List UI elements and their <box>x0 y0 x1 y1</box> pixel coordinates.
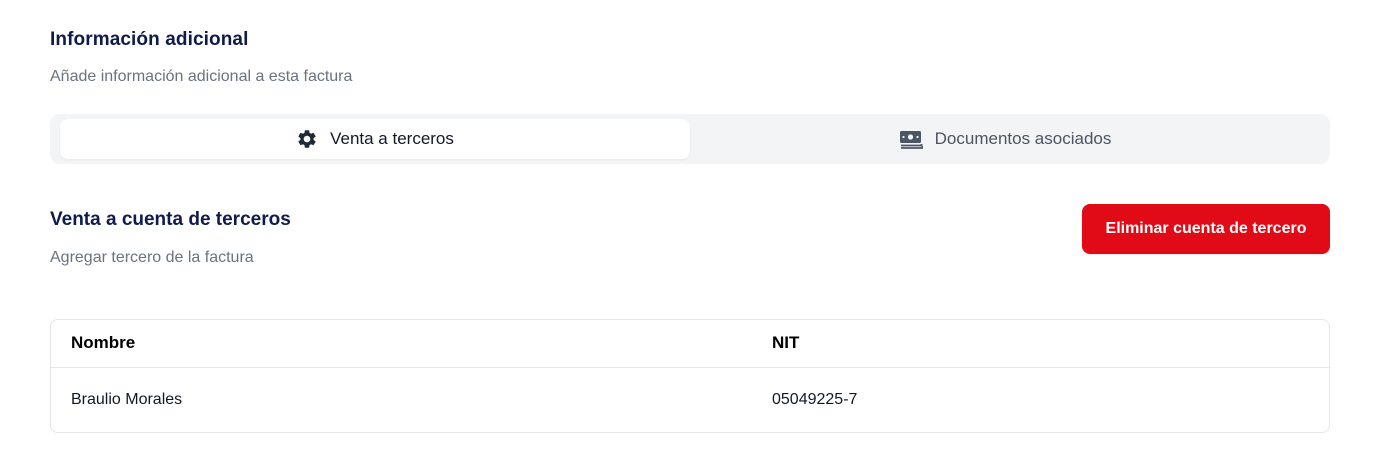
table-header-row: Nombre NIT <box>51 320 1329 368</box>
table-row: Braulio Morales 05049225-7 <box>51 367 1329 432</box>
column-header-nombre: Nombre <box>51 320 752 368</box>
tab-documentos-asociados[interactable]: Documentos asociados <box>690 119 1320 159</box>
tab-venta-a-terceros[interactable]: Venta a terceros <box>60 119 690 159</box>
remove-third-party-button[interactable]: Eliminar cuenta de tercero <box>1082 204 1330 254</box>
tab-label: Documentos asociados <box>934 129 1112 148</box>
section-subtitle: Añade información adicional a esta factu… <box>50 68 353 85</box>
cell-nombre: Braulio Morales <box>71 391 183 409</box>
third-party-title: Venta a cuenta de terceros <box>50 209 291 230</box>
money-icon <box>899 129 923 149</box>
tab-bar: Venta a terceros Documentos asociados <box>50 114 1330 164</box>
third-party-subtitle: Agregar tercero de la factura <box>50 249 254 266</box>
column-header-nit: NIT <box>752 320 1329 368</box>
gear-icon <box>296 128 318 150</box>
section-title: Información adicional <box>50 29 249 50</box>
tab-label: Venta a terceros <box>330 129 454 148</box>
cell-nit: 05049225-7 <box>772 391 858 409</box>
third-party-table: Nombre NIT Braulio Morales 05049225-7 <box>50 319 1330 433</box>
